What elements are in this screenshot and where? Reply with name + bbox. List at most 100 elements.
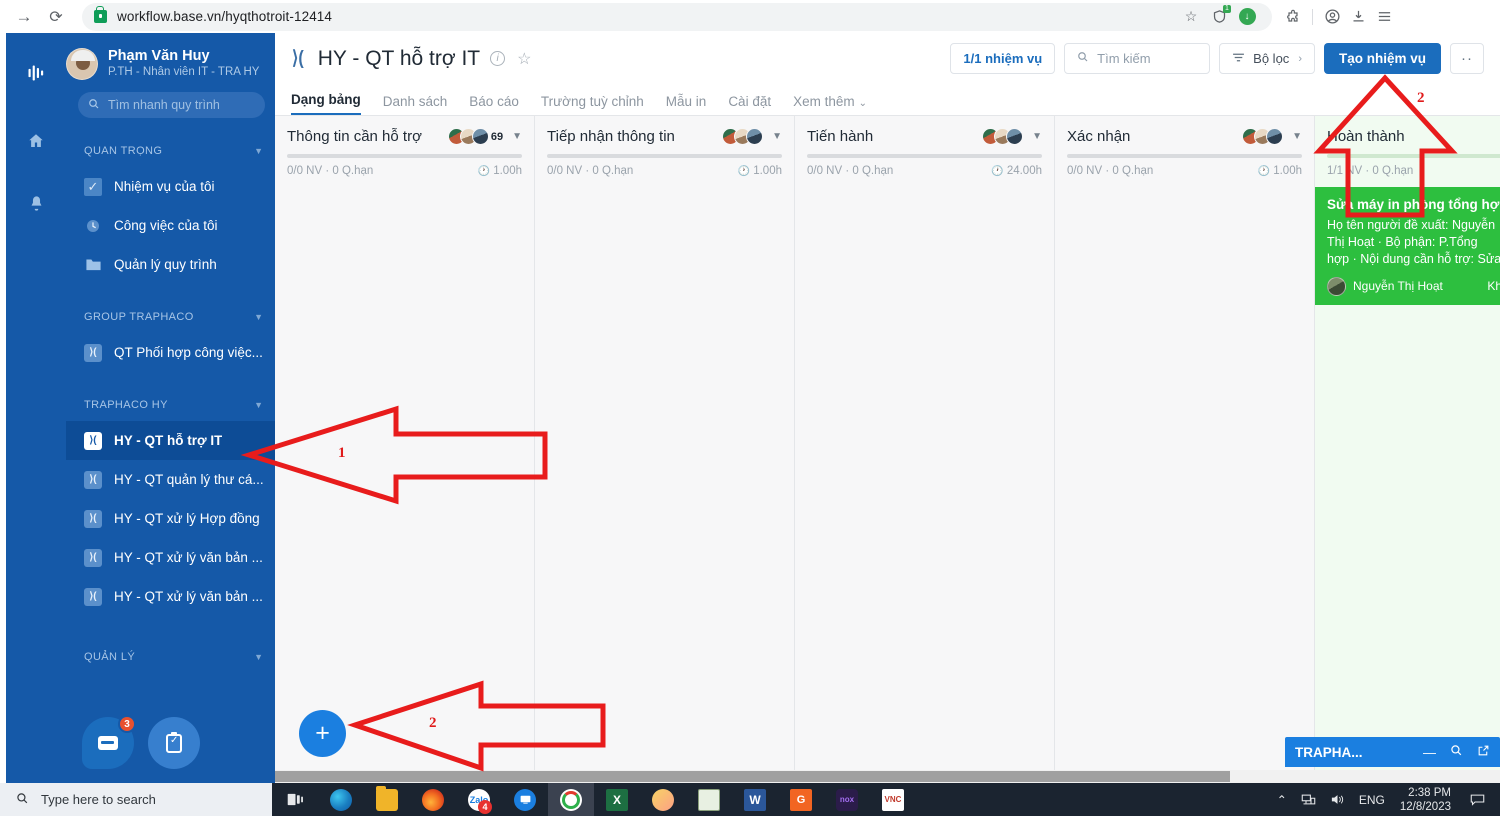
- clock-icon: 🕐: [737, 165, 751, 177]
- sidebar-section-quan-ly[interactable]: QUẢN LÝ ▼: [66, 641, 275, 673]
- teamviewer-icon[interactable]: [502, 783, 548, 816]
- minimize-icon[interactable]: —: [1423, 745, 1436, 760]
- more-options-button[interactable]: ··: [1450, 43, 1484, 74]
- extension-shield-icon[interactable]: 1: [1206, 4, 1232, 30]
- info-icon[interactable]: i: [490, 51, 506, 66]
- nox-icon[interactable]: nox: [824, 783, 870, 816]
- language-indicator[interactable]: ENG: [1352, 783, 1392, 816]
- tab-truong-tuy-chinh[interactable]: Trường tuỳ chỉnh: [541, 94, 644, 115]
- paint-icon[interactable]: [640, 783, 686, 816]
- base-logo-icon[interactable]: [16, 53, 56, 93]
- sidebar-item-hy-qt-ho-tro-it[interactable]: ⟩( HY - QT hỗ trợ IT: [66, 421, 275, 460]
- task-fab[interactable]: [148, 717, 200, 769]
- firefox-icon[interactable]: [410, 783, 456, 816]
- section-title: QUẢN LÝ: [84, 651, 136, 663]
- chevron-down-icon[interactable]: ▼: [254, 400, 263, 410]
- chevron-down-icon[interactable]: ▼: [512, 131, 522, 142]
- user-profile[interactable]: Phạm Văn Huy P.TH - Nhân viên IT - TRA H…: [66, 33, 275, 90]
- chevron-down-icon[interactable]: ▼: [254, 312, 263, 322]
- home-icon[interactable]: [16, 121, 56, 161]
- pdf-icon[interactable]: G: [778, 783, 824, 816]
- tab-xem-them[interactable]: Xem thêm ⌄: [793, 94, 867, 115]
- zalo-icon[interactable]: Zalo 4: [456, 783, 502, 816]
- clock[interactable]: 2:38 PM 12/8/2023: [1392, 783, 1463, 816]
- network-icon[interactable]: [1294, 783, 1323, 816]
- search-input[interactable]: Tìm kiếm: [1064, 43, 1211, 74]
- tab-cai-dat[interactable]: Cài đặt: [728, 94, 771, 115]
- scrollbar-thumb[interactable]: [275, 771, 1230, 782]
- chat-widget[interactable]: TRAPHA... —: [1285, 737, 1500, 767]
- horizontal-scrollbar[interactable]: [275, 770, 1500, 783]
- user-role: P.TH - Nhân viên IT - TRA HY: [108, 66, 260, 78]
- create-task-button[interactable]: Tạo nhiệm vụ: [1323, 43, 1441, 74]
- taskbar-search-input[interactable]: Type here to search: [0, 783, 272, 816]
- sidebar-item-hy-qt-xu-ly-hop-dong[interactable]: ⟩( HY - QT xử lý Hợp đồng: [66, 499, 275, 538]
- column-assignees[interactable]: [722, 128, 764, 145]
- chat-fab[interactable]: 3: [82, 715, 136, 769]
- chevron-down-icon[interactable]: ▼: [1292, 131, 1302, 142]
- filter-button[interactable]: Bộ lọc ›: [1219, 43, 1315, 74]
- chevron-down-icon[interactable]: ▼: [1032, 131, 1042, 142]
- extensions-puzzle-icon[interactable]: [1280, 4, 1306, 30]
- column-assignees[interactable]: [982, 128, 1024, 145]
- column-assignees[interactable]: [1242, 128, 1284, 145]
- chevron-right-icon: ›: [1298, 52, 1302, 65]
- board-column-tien-hanh: Tiến hành ▼ 0/0 NV · 0 Q.hạn 🕐 24.00h: [795, 116, 1055, 783]
- favorite-star-icon[interactable]: ☆: [517, 49, 531, 69]
- sidebar-section-group-traphaco[interactable]: GROUP TRAPHACO ▼: [66, 301, 275, 333]
- excel-icon[interactable]: X: [594, 783, 640, 816]
- address-bar[interactable]: workflow.base.vn/hyqthotroit-12414 ☆ 1 ↓: [82, 2, 1272, 31]
- column-assignees[interactable]: 69: [447, 128, 503, 145]
- search-placeholder: Tìm kiếm: [1097, 51, 1151, 66]
- tab-bao-cao[interactable]: Báo cáo: [469, 94, 519, 115]
- tab-mau-in[interactable]: Mẫu in: [666, 94, 707, 115]
- edge-browser-icon[interactable]: [318, 783, 364, 816]
- chevron-down-icon[interactable]: ▼: [254, 652, 263, 662]
- action-center-icon[interactable]: [1463, 783, 1492, 816]
- hamburger-menu-icon[interactable]: [1371, 4, 1397, 30]
- vnc-icon[interactable]: VNC: [870, 783, 916, 816]
- sidebar-item-nhiem-vu-cua-toi[interactable]: ✓ Nhiệm vụ của tôi: [66, 167, 275, 206]
- chevron-down-icon[interactable]: ▼: [772, 131, 782, 142]
- bookmark-star-icon[interactable]: ☆: [1178, 4, 1204, 30]
- show-hidden-icons-chevron[interactable]: ⌃: [1270, 783, 1294, 816]
- sidebar-item-qt-phoi-hop-cong-viec[interactable]: ⟩( QT Phối hợp công việc...: [66, 333, 275, 372]
- file-explorer-icon[interactable]: [364, 783, 410, 816]
- column-cards[interactable]: [1055, 187, 1314, 784]
- open-external-icon[interactable]: [1477, 744, 1490, 760]
- sidebar-item-hy-qt-xu-ly-van-ban-1[interactable]: ⟩( HY - QT xử lý văn bản ...: [66, 538, 275, 577]
- sidebar-section-quan-trong[interactable]: QUAN TRỌNG ▼: [66, 135, 275, 167]
- forward-arrow-icon[interactable]: →: [10, 3, 38, 31]
- profile-icon[interactable]: [1319, 4, 1345, 30]
- chat-badge-count: 3: [118, 715, 136, 733]
- sidebar-item-cong-viec-cua-toi[interactable]: Công việc của tôi: [66, 206, 275, 245]
- volume-icon[interactable]: [1323, 783, 1352, 816]
- task-card[interactable]: Sửa máy in phòng tổng hợp Họ tên người đ…: [1315, 186, 1500, 305]
- quick-search-input[interactable]: Tìm nhanh quy trình: [78, 92, 265, 118]
- workflow-icon: ⟩(: [84, 431, 102, 450]
- tab-dang-bang[interactable]: Dạng bảng: [291, 92, 361, 115]
- notepad-icon[interactable]: [686, 783, 732, 816]
- column-cards[interactable]: [275, 187, 534, 784]
- column-cards[interactable]: [535, 187, 794, 784]
- column-cards[interactable]: [795, 187, 1054, 784]
- reload-icon[interactable]: ⟳: [42, 3, 70, 31]
- column-cards[interactable]: Sửa máy in phòng tổng hợp Họ tên người đ…: [1315, 186, 1500, 784]
- task-view-icon[interactable]: [272, 783, 318, 816]
- add-task-fab[interactable]: +: [299, 710, 346, 757]
- sidebar-item-hy-qt-quan-ly-thu[interactable]: ⟩( HY - QT quản lý thư cá...: [66, 460, 275, 499]
- downloads-tray-icon[interactable]: [1345, 4, 1371, 30]
- download-icon[interactable]: ↓: [1234, 4, 1260, 30]
- search-icon[interactable]: [1450, 744, 1463, 760]
- column-title: Xác nhận: [1067, 128, 1131, 145]
- tab-danh-sach[interactable]: Danh sách: [383, 94, 448, 115]
- bell-icon[interactable]: [16, 183, 56, 223]
- annotation-number-2-top: 2: [1417, 90, 1425, 106]
- chevron-down-icon[interactable]: ▼: [254, 146, 263, 156]
- sidebar-item-hy-qt-xu-ly-van-ban-2[interactable]: ⟩( HY - QT xử lý văn bản ...: [66, 577, 275, 616]
- word-icon[interactable]: W: [732, 783, 778, 816]
- chrome-app-icon[interactable]: [548, 783, 594, 816]
- sidebar-item-quan-ly-quy-trinh[interactable]: Quản lý quy trình: [66, 245, 275, 284]
- sidebar-section-traphaco-hy[interactable]: TRAPHACO HY ▼: [66, 389, 275, 421]
- task-count-badge[interactable]: 1/1 nhiệm vụ: [950, 43, 1056, 74]
